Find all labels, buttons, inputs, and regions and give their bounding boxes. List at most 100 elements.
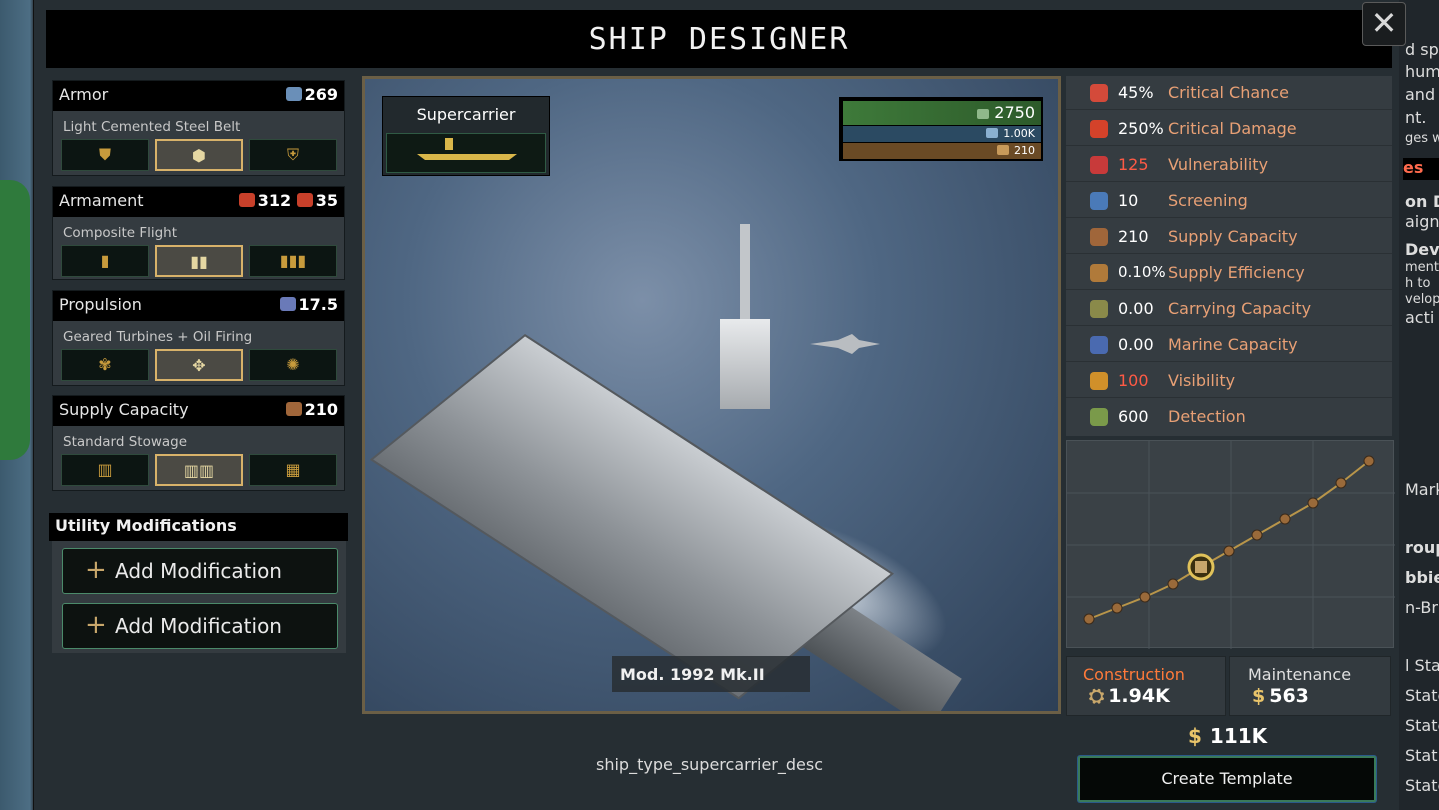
bg-text: and bbox=[1405, 85, 1436, 104]
progress-curve bbox=[1067, 441, 1395, 649]
carrier-silhouette-icon bbox=[445, 138, 453, 150]
maintenance-label: Maintenance bbox=[1248, 665, 1352, 684]
stat-row: 0.00 Marine Capacity bbox=[1066, 328, 1392, 362]
bg-text: bbie bbox=[1405, 568, 1439, 587]
stat-label: Supply Efficiency bbox=[1168, 263, 1305, 282]
stat-label: Screening bbox=[1168, 191, 1248, 210]
propulsion-option-2[interactable]: ✥ bbox=[155, 349, 243, 381]
stats-list: 45% Critical Chance 250% Critical Damage 1… bbox=[1066, 76, 1392, 436]
maintenance-cost: Maintenance $563 bbox=[1229, 656, 1391, 716]
ship-mast bbox=[740, 224, 750, 324]
total-cost-value: 111K bbox=[1209, 724, 1268, 748]
supply-bar-value: 210 bbox=[1014, 144, 1035, 157]
armament-value-1: 312 bbox=[257, 191, 292, 210]
single-crate-icon: ▥ bbox=[97, 460, 113, 479]
critical-chance-icon bbox=[1090, 84, 1108, 102]
stat-value: 210 bbox=[1118, 227, 1149, 246]
armor-module: Armor 269 Light Cemented Steel Belt ⛊ ⬢ … bbox=[52, 80, 345, 176]
stat-row: 100 Visibility bbox=[1066, 364, 1392, 398]
manpower-value: 2750 bbox=[994, 103, 1035, 122]
supply-option-3[interactable]: ▦ bbox=[249, 454, 337, 486]
armament-option-3[interactable]: ▮▮▮ bbox=[249, 245, 337, 277]
stat-label: Marine Capacity bbox=[1168, 335, 1298, 354]
create-template-button[interactable]: Create Template bbox=[1078, 756, 1376, 802]
progress-nodes bbox=[1083, 455, 1375, 625]
propulsion-option-1[interactable]: ✾ bbox=[61, 349, 149, 381]
propulsion-module: Propulsion 17.5 Geared Turbines + Oil Fi… bbox=[52, 290, 345, 386]
total-cost: $111K bbox=[1188, 724, 1267, 748]
background-side-panel: d sp hum and nt. ges w es on D aign Deve… bbox=[1395, 0, 1439, 810]
armor-option-1[interactable]: ⛊ bbox=[61, 139, 149, 171]
frame-corner bbox=[365, 695, 381, 711]
plus-icon: + bbox=[85, 555, 107, 585]
ship-type-card[interactable]: Supercarrier bbox=[382, 96, 550, 176]
propulsion-value: 17.5 bbox=[298, 295, 338, 314]
dollar-icon: $ bbox=[1252, 685, 1266, 707]
armament-module: Armament 312 35 Composite Flight ▮ ▮▮ ▮▮… bbox=[52, 186, 345, 280]
add-modification-button[interactable]: + Add Modification bbox=[62, 603, 338, 649]
crate-icon bbox=[1090, 228, 1108, 246]
upgrade-progress-graph[interactable] bbox=[1066, 440, 1395, 649]
window-title: SHIP DESIGNER bbox=[588, 22, 850, 57]
bg-text: State bbox=[1405, 716, 1439, 735]
stat-label: Visibility bbox=[1168, 371, 1236, 390]
armament-option-1[interactable]: ▮ bbox=[61, 245, 149, 277]
stat-row: 125 Vulnerability bbox=[1066, 148, 1392, 182]
bg-text: Mark bbox=[1405, 480, 1439, 499]
bg-text: d sp bbox=[1405, 40, 1439, 59]
stat-value: 10 bbox=[1118, 191, 1139, 210]
plus-icon: + bbox=[85, 610, 107, 640]
stat-row: 45% Critical Chance bbox=[1066, 76, 1392, 110]
carrier-silhouette-icon bbox=[417, 154, 517, 160]
stat-label: Critical Chance bbox=[1168, 83, 1289, 102]
grid-lines bbox=[1067, 441, 1395, 649]
armor-option-3[interactable]: ⛨ bbox=[249, 139, 337, 171]
stat-value: 600 bbox=[1118, 407, 1149, 426]
add-modification-button[interactable]: + Add Modification bbox=[62, 548, 338, 594]
propulsion-option-3[interactable]: ✺ bbox=[249, 349, 337, 381]
bg-text: State bbox=[1405, 686, 1439, 705]
supply-option-1[interactable]: ▥ bbox=[61, 454, 149, 486]
stat-label: Vulnerability bbox=[1168, 155, 1269, 174]
armament-value-2: 35 bbox=[315, 191, 338, 210]
supply-option-2[interactable]: ▥▥ bbox=[155, 454, 243, 486]
stat-value: 0.00 bbox=[1118, 299, 1154, 318]
armament-option-2[interactable]: ▮▮ bbox=[155, 245, 243, 277]
stat-row: 10 Screening bbox=[1066, 184, 1392, 218]
stat-value: 45% bbox=[1118, 83, 1154, 102]
armor-bar: 1.00K bbox=[843, 126, 1041, 142]
armor-option-2[interactable]: ⬢ bbox=[155, 139, 243, 171]
supply-value: 210 bbox=[304, 400, 338, 419]
explosion-icon bbox=[238, 193, 255, 207]
bg-text: ges w bbox=[1405, 131, 1439, 146]
single-shell-icon: ▮ bbox=[100, 251, 110, 270]
armor-value: 269 bbox=[304, 85, 338, 104]
propulsion-subtitle: Geared Turbines + Oil Firing bbox=[63, 329, 253, 345]
ship-description: ship_type_supercarrier_desc bbox=[596, 755, 823, 774]
resource-bars: 2750 1.00K 210 bbox=[839, 97, 1043, 161]
stat-value: 125 bbox=[1118, 155, 1149, 174]
heart-icon bbox=[1090, 156, 1108, 174]
close-button[interactable]: ✕ bbox=[1362, 2, 1406, 46]
barrel-icon bbox=[1090, 264, 1108, 282]
bg-text: nt. bbox=[1405, 108, 1427, 127]
close-icon: ✕ bbox=[1370, 4, 1398, 42]
critical-damage-icon bbox=[1090, 120, 1108, 138]
supply-stat-icon bbox=[997, 145, 1009, 155]
stat-label: Critical Damage bbox=[1168, 119, 1297, 138]
background-landmass bbox=[0, 180, 30, 460]
propeller-advanced-icon: ✺ bbox=[286, 355, 300, 374]
supply-module: Supply Capacity 210 Standard Stowage ▥ ▥… bbox=[52, 395, 345, 491]
utility-title: Utility Modifications bbox=[55, 516, 237, 535]
crate-icon bbox=[285, 402, 302, 416]
eye-slash-icon bbox=[1090, 372, 1108, 390]
bg-text: es bbox=[1403, 158, 1439, 180]
stat-row: 600 Detection bbox=[1066, 400, 1392, 434]
armor-stat-icon bbox=[986, 128, 999, 138]
ship-type-name: Supercarrier bbox=[416, 105, 516, 124]
frame-corner bbox=[1042, 695, 1058, 711]
stat-row: 0.10% Supply Efficiency bbox=[1066, 256, 1392, 290]
ship-variant-label: Mod. 1992 Mk.II bbox=[612, 656, 810, 692]
troops-icon bbox=[1090, 300, 1108, 318]
stat-value: 0.10% bbox=[1118, 263, 1166, 281]
